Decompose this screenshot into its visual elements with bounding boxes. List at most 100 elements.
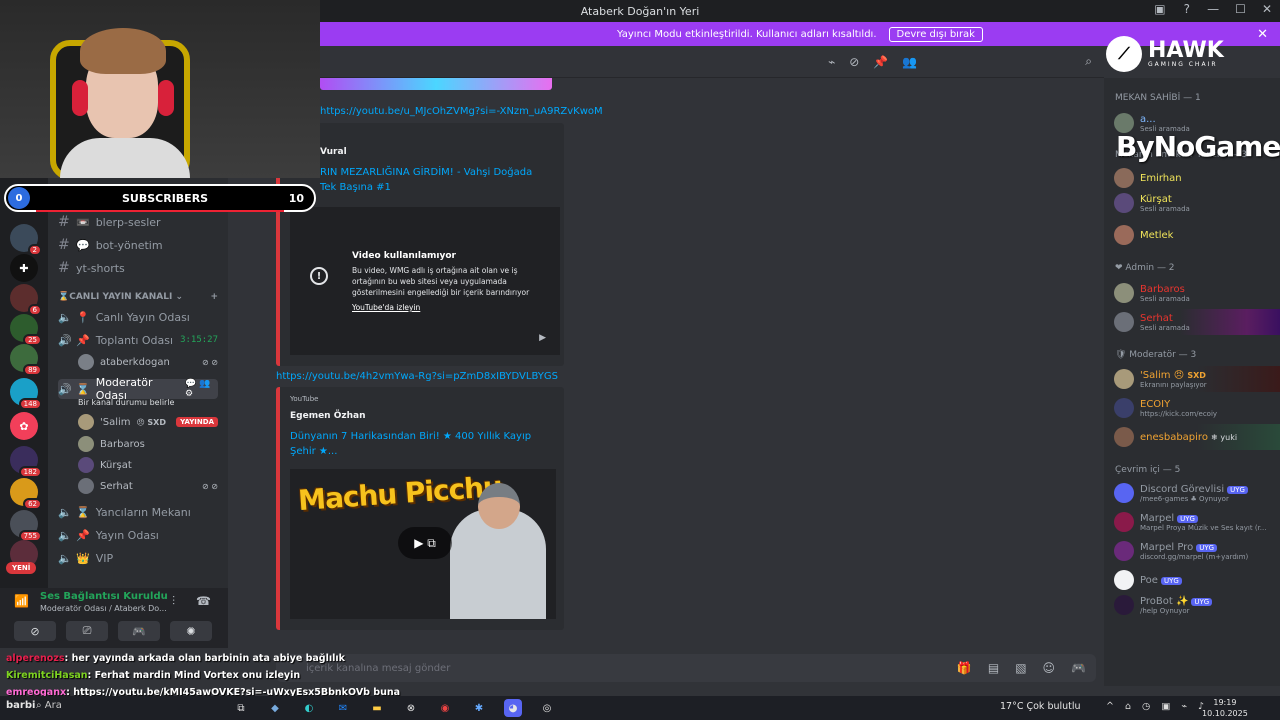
voice-member[interactable]: 'Salim 😠 SXD YAYINDA — [78, 412, 218, 432]
search-icon[interactable]: ⌕ — [1085, 54, 1092, 69]
embed-image-fragment — [320, 78, 552, 90]
server-icon[interactable]: 25 — [10, 314, 42, 346]
chrome-icon[interactable]: ◉ — [436, 699, 454, 717]
screen-share-button[interactable]: ⎚ — [66, 621, 108, 641]
voice-channel-moderator[interactable]: 🔊 ⌛ Moderatör Odası 💬 👥 ⚙ — [58, 376, 218, 402]
maximize-icon[interactable]: ☐ — [1235, 2, 1246, 16]
voice-member[interactable]: Kürşat — [78, 455, 218, 475]
channel-blerp[interactable]: # 📼 blerp-sesler — [58, 212, 218, 232]
close-window-icon[interactable]: ✕ — [1262, 2, 1272, 16]
signal-icon[interactable]: 📶 — [14, 594, 29, 608]
gift-icon[interactable]: 🎁 — [957, 661, 972, 675]
server-icon[interactable]: 62 — [10, 478, 42, 510]
minimize-icon[interactable]: — — [1207, 2, 1219, 16]
members-icon[interactable]: 👥 — [902, 55, 917, 69]
channel-yt-shorts[interactable]: # yt-shorts — [58, 258, 218, 278]
sticker-icon[interactable]: ▧ — [1015, 661, 1026, 675]
mute-icon[interactable]: ⊘ — [849, 55, 859, 69]
video-thumbnail[interactable]: Machu Picchu ▶ ⧉ — [290, 469, 556, 619]
server-icon[interactable]: 2 — [10, 224, 42, 256]
member-item[interactable]: Serhat Sesli aramada — [1114, 309, 1280, 335]
taskbar-search[interactable]: ⌕ Ara — [36, 700, 62, 711]
pin-icon[interactable]: 📌 — [873, 55, 888, 69]
server-icon[interactable]: 182 — [10, 446, 42, 478]
task-view-icon[interactable]: ⧉ — [232, 699, 250, 717]
edge-icon[interactable]: ◐ — [300, 699, 318, 717]
play-icon[interactable]: ▶ ⧉ — [398, 527, 452, 559]
member-item[interactable]: Marpel UYG Marpel Proya Müzik ve Ses kayıt… — [1114, 509, 1280, 535]
threads-icon[interactable]: ⌁ — [828, 55, 835, 69]
taskbar-clock[interactable]: 19:19 10.10.2025 — [1202, 697, 1248, 719]
activity-button[interactable]: 🎮 — [118, 621, 160, 641]
close-notice-icon[interactable]: ✕ — [1257, 27, 1268, 42]
embed-author[interactable]: Egemen Özhan — [290, 411, 366, 421]
disable-streamer-mode-button[interactable]: Devre dışı bırak — [888, 26, 983, 42]
server-icon[interactable]: 6 — [10, 284, 42, 316]
disconnect-icon[interactable]: ☎ — [196, 594, 211, 608]
system-tray[interactable]: ^ ⌂ ◷ ▣ ⌁ ♪ — [1106, 701, 1208, 712]
member-item[interactable]: Metlek — [1114, 222, 1280, 248]
voice-connected-subtitle[interactable]: Moderatör Odası / Ataberk Do... — [40, 604, 167, 613]
member-group-online: Çevrim içi — 5 — [1115, 465, 1181, 475]
member-item[interactable]: enesbabapiro ❄ yuki — [1114, 424, 1280, 450]
help-icon[interactable]: ? — [1184, 2, 1190, 16]
voice-channel-meeting[interactable]: 🔊 📌 Toplantı Odası 3:15:27 — [58, 330, 218, 350]
deafened-icon: ⊘ ⊘ — [202, 481, 218, 491]
member-item[interactable]: Kürşat Sesli aramada — [1114, 190, 1280, 216]
member-item[interactable]: Marpel Pro UYG discord.gg/marpel (m+yardım… — [1114, 538, 1280, 564]
youtube-link[interactable]: https://youtu.be/u_MJcOhZVMg?si=-XNzm_uA… — [320, 106, 603, 117]
subs-current: 0 — [8, 187, 30, 209]
obs-icon[interactable]: ◎ — [538, 699, 556, 717]
explorer-icon[interactable]: ▬ — [368, 699, 386, 717]
app-icon[interactable]: ✱ — [470, 699, 488, 717]
member-item[interactable]: ProBot ✨ UYG/help Oynuyor — [1114, 592, 1280, 618]
watch-on-youtube-link[interactable]: YouTube'da izleyin — [352, 303, 420, 312]
voice-member[interactable]: Serhat ⊘ ⊘ — [78, 476, 218, 496]
channel-status[interactable]: Bir kanal durumu belirle — [78, 398, 174, 407]
embed-author[interactable]: Vural — [320, 147, 347, 157]
server-icon[interactable]: ✿ — [10, 412, 38, 440]
voice-channel-live-room[interactable]: 🔈 📍 Canlı Yayın Odası — [58, 307, 218, 327]
server-rail: 2 ✚ 6 25 89 148 ✿ 182 62 755 YENİ — [0, 178, 48, 588]
headphone-right — [158, 80, 174, 116]
server-icon[interactable]: 755 — [10, 510, 42, 542]
voice-channel-partners[interactable]: 🔈 ⌛ Yancıların Mekanı — [58, 502, 218, 522]
category-live[interactable]: ⌛ CANLI YAYIN KANALI ⌄ + — [58, 292, 218, 302]
member-item[interactable]: 'Salim 😠 SXD Ekranını paylaşıyor — [1114, 366, 1280, 392]
member-item[interactable]: Emirhan — [1114, 165, 1280, 191]
copilot-icon[interactable]: ◆ — [266, 699, 284, 717]
voice-channel-vip[interactable]: 🔈 👑 VIP — [58, 548, 218, 568]
noise-suppression-icon[interactable]: ⫶ — [172, 594, 175, 609]
member-item[interactable]: Discord Görevlisi UYG/mee6-games ♣ Oynuyo… — [1114, 480, 1280, 506]
discord-icon[interactable]: ◕ — [504, 699, 522, 717]
voice-channel-stream[interactable]: 🔈 📌 Yayın Odası — [58, 525, 218, 545]
gif-icon[interactable]: ▤ — [988, 661, 999, 675]
xbox-icon[interactable]: ⊗ — [402, 699, 420, 717]
member-item[interactable]: Barbaros Sesli aramada — [1114, 280, 1280, 306]
server-icon[interactable]: ✚ — [10, 254, 38, 282]
emoji-icon[interactable]: ☺ — [1043, 661, 1056, 675]
server-icon[interactable]: 148 — [10, 378, 42, 410]
notice-text: Yayıncı Modu etkinleştirildi. Kullanıcı … — [617, 28, 877, 40]
member-item[interactable]: ECOIY https://kick.com/ecoiy — [1114, 395, 1280, 421]
camera-off-button[interactable]: ⊘ — [14, 621, 56, 641]
inbox-icon[interactable]: ▣ — [1154, 2, 1165, 16]
youtube-link-2[interactable]: https://youtu.be/4h2vmYwa-Rg?si=pZmD8xIB… — [276, 371, 558, 382]
voice-connected-title[interactable]: Ses Bağlantısı Kuruldu — [40, 591, 168, 602]
video-unavailable-player[interactable]: ! Video kullanılamıyor Bu video, WMG adl… — [290, 207, 560, 355]
outlook-icon[interactable]: ✉ — [334, 699, 352, 717]
add-channel-icon[interactable]: + — [210, 292, 218, 302]
voice-member[interactable]: ataberkdogan ⊘ ⊘ — [78, 352, 218, 372]
hawk-logo-icon: ⟋ — [1106, 36, 1142, 72]
member-item[interactable]: Poe UYG — [1114, 567, 1280, 593]
embed-title[interactable]: RIN MEZARLIĞINA GİRDİM! - Vahşi Doğada T… — [320, 165, 540, 195]
activity-icon[interactable]: 🎮 — [1071, 661, 1086, 675]
server-icon[interactable]: 89 — [10, 344, 42, 376]
embed-provider[interactable]: YouTube — [290, 395, 318, 403]
soundboard-button[interactable]: ✺ — [170, 621, 212, 641]
voice-member[interactable]: Barbaros — [78, 434, 218, 454]
embed-title[interactable]: Dünyanın 7 Harikasından Biri! ★ 400 Yıll… — [290, 429, 540, 459]
member-group-mod: 🛡 Moderatör — 3 — [1115, 350, 1197, 360]
channel-bot[interactable]: # 💬 bot-yönetim — [58, 235, 218, 255]
weather-widget[interactable]: 17°C Çok bulutlu — [1000, 701, 1081, 712]
